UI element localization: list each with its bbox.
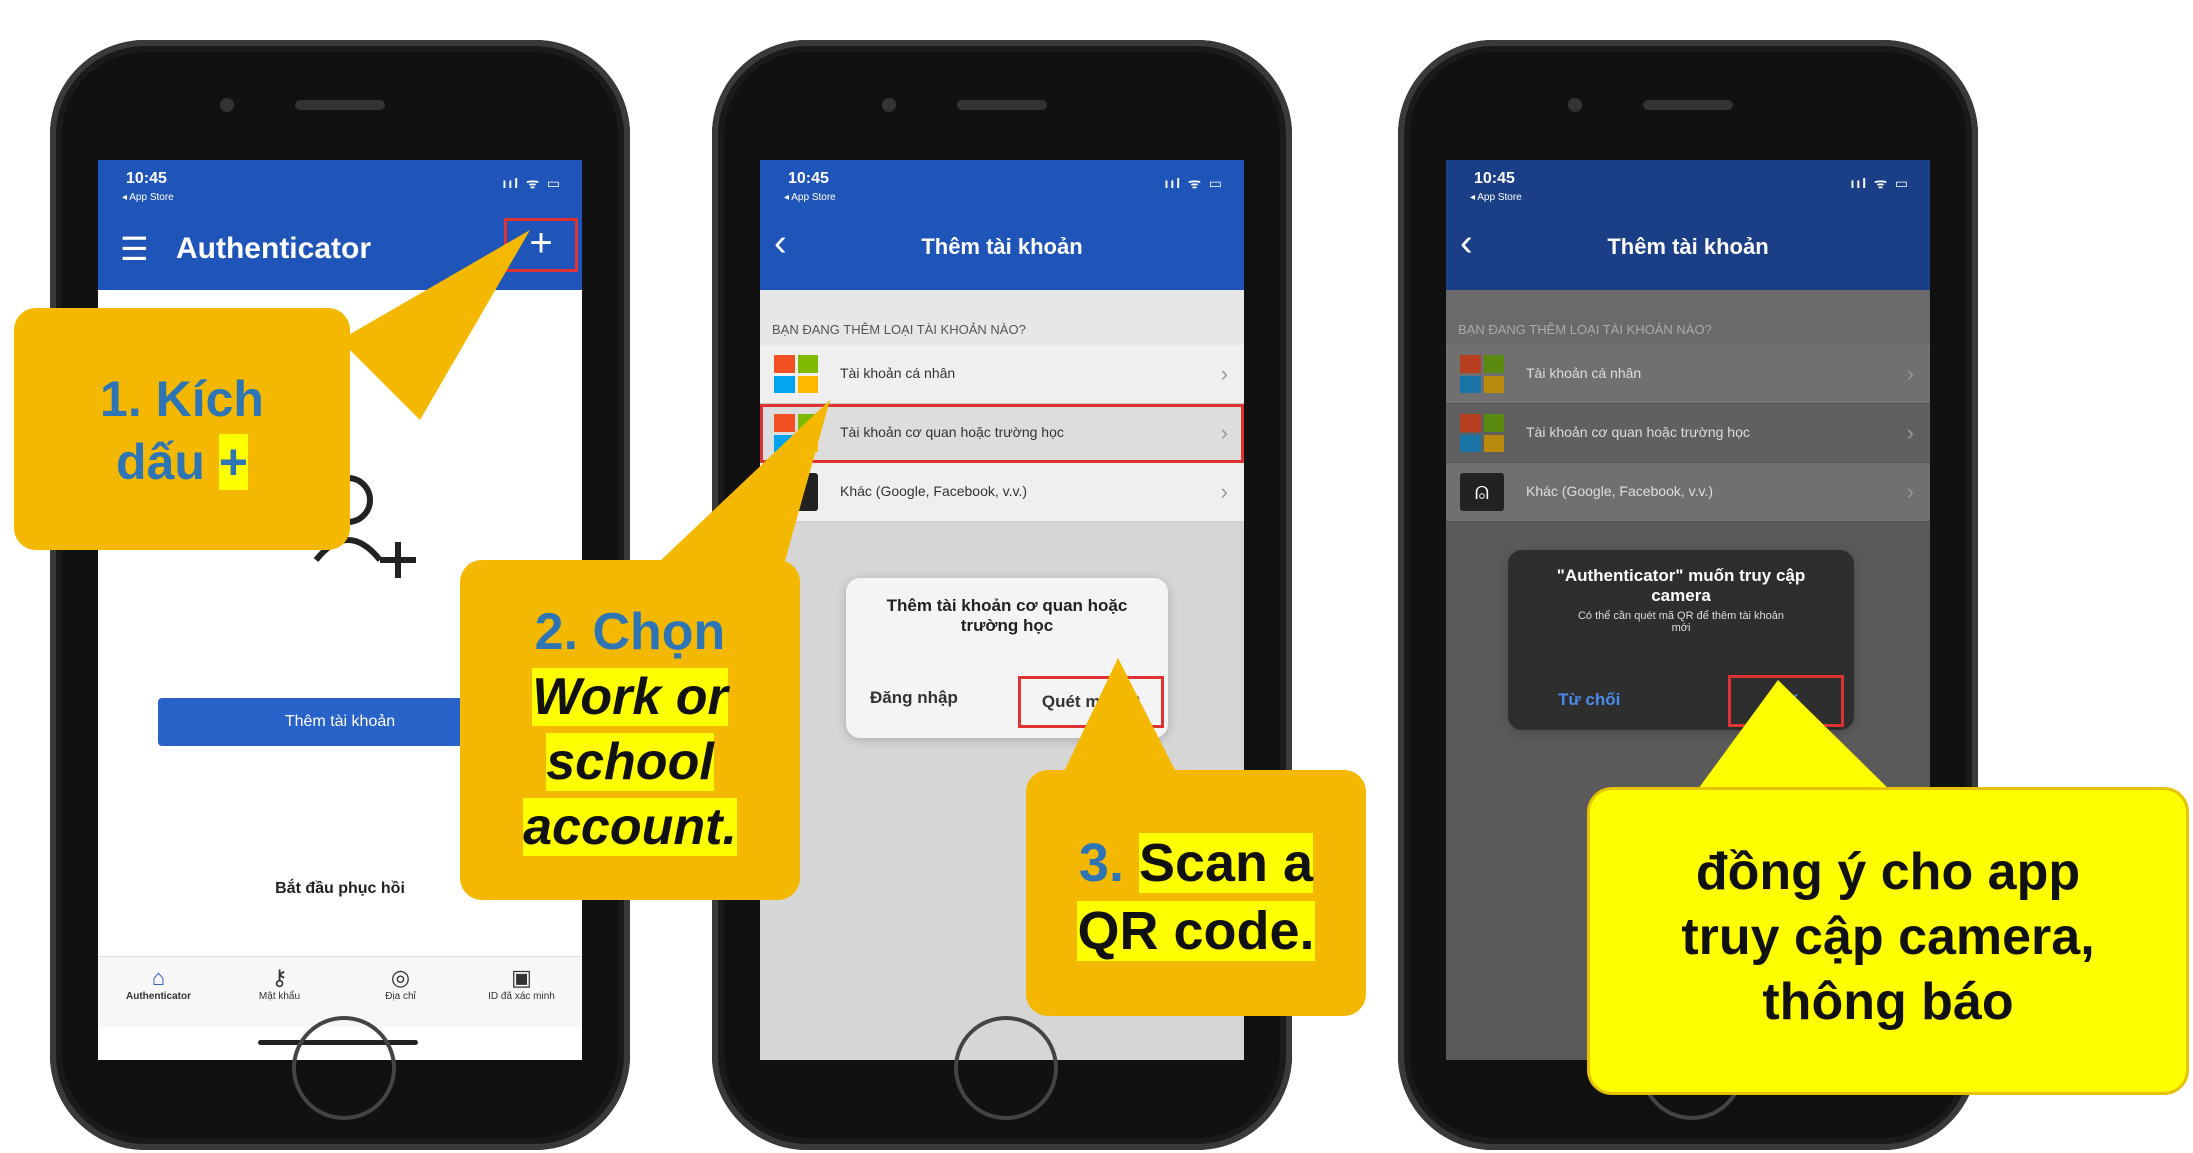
callout-2-line1: 2. Chọn xyxy=(534,603,726,661)
callout-1-line1: 1. Kích xyxy=(100,371,264,427)
callout-3-line2: QR code. xyxy=(1077,900,1315,961)
plus-highlight: + xyxy=(218,433,248,490)
callout-2-line3: school xyxy=(546,733,714,791)
callout-2-line4: account. xyxy=(523,798,737,856)
callout-1-tail xyxy=(340,230,530,420)
callout-step-4: đồng ý cho app truy cập camera, thông bá… xyxy=(1590,790,2186,1092)
callout-3-line1: 3. Scan a xyxy=(1078,833,1314,893)
callout-step-1: 1. Kích dấu + xyxy=(14,308,350,550)
callout-4-line1: đồng ý cho app xyxy=(1695,843,2081,901)
callout-step-3: 3. Scan a QR code. xyxy=(1026,770,1366,1016)
callout-3-tail xyxy=(1060,658,1180,780)
callout-3-number: 3. xyxy=(1078,833,1124,893)
callout-1-line2: dấu + xyxy=(115,433,248,490)
callout-2-line2: Work or xyxy=(532,668,728,726)
callout-4-line2: truy cập camera, xyxy=(1681,908,2095,966)
callout-step-2: 2. Chọn Work or school account. xyxy=(460,560,800,900)
callout-4-line3: thông báo xyxy=(1762,973,2014,1031)
callout-4-tail xyxy=(1690,680,1900,800)
